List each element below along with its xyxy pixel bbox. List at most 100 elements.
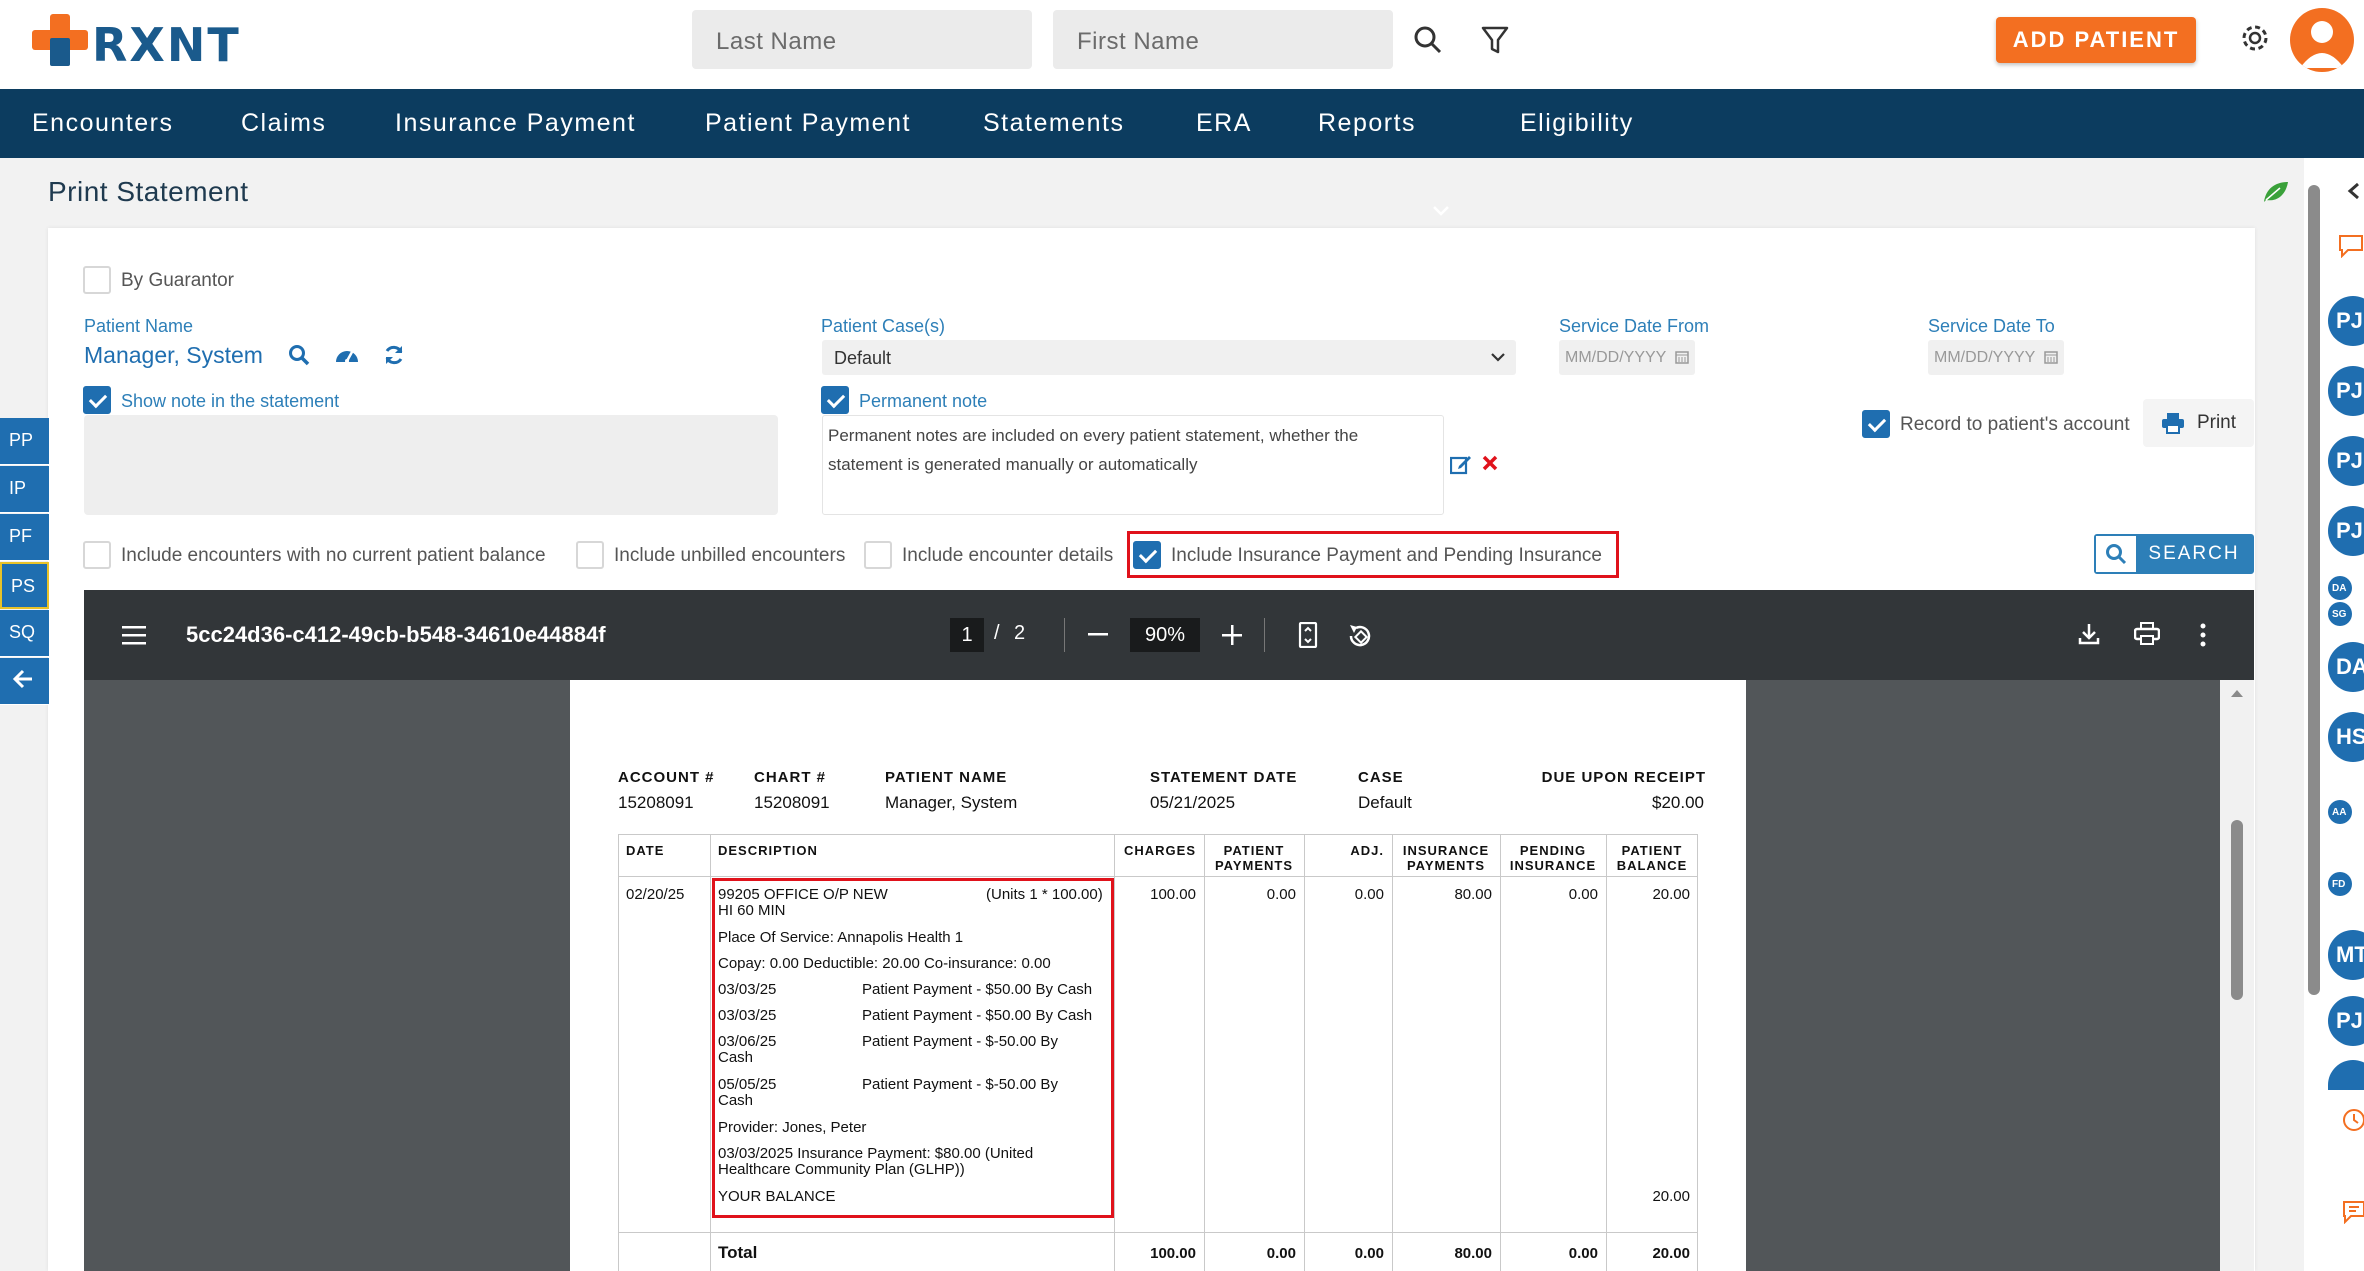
refresh-icon[interactable]	[383, 344, 405, 366]
statement-note-textarea[interactable]	[84, 415, 778, 515]
col-date: DATE	[626, 843, 665, 858]
col-patient-balance-1: PATIENT	[1621, 843, 1683, 858]
last-name-input[interactable]: Last Name	[692, 10, 1032, 69]
table-header-line	[618, 876, 1698, 877]
nav-reports[interactable]: Reports	[1318, 109, 1416, 138]
rail-item-pj-5[interactable]: PJ	[2328, 996, 2364, 1046]
nav-claims[interactable]: Claims	[241, 109, 326, 138]
show-note-checkbox[interactable]	[83, 386, 111, 414]
rxnt-cross-icon	[32, 14, 88, 66]
row-insurance-payments: 80.00	[1454, 886, 1492, 903]
service-date-from-label: Service Date From	[1559, 316, 1710, 336]
edit-icon[interactable]	[1450, 453, 1472, 475]
fit-page-icon[interactable]	[1298, 622, 1318, 648]
due-label: DUE UPON RECEIPT	[1541, 769, 1706, 786]
chevron-down-icon[interactable]	[1432, 205, 1450, 217]
zoom-out-icon[interactable]	[1088, 633, 1108, 637]
rxnt-logo[interactable]: RXNT	[32, 14, 239, 72]
row-date: 02/20/25	[626, 886, 685, 903]
calendar-icon[interactable]	[2044, 350, 2058, 364]
total-pending-insurance: 0.00	[1568, 1245, 1598, 1262]
rotate-icon[interactable]	[1346, 622, 1374, 650]
rail-item-pj-4[interactable]: PJ	[2328, 506, 2364, 556]
print-button[interactable]: Print	[2143, 399, 2254, 447]
include-no-balance-label: Include encounters with no current patie…	[121, 545, 546, 566]
filter-icon[interactable]	[1475, 20, 1515, 60]
record-account-checkbox[interactable]	[1862, 410, 1890, 438]
rail-item-sg[interactable]: SG	[2328, 602, 2352, 626]
rail-item-da-small[interactable]: DA	[2328, 576, 2352, 600]
toolbar-divider	[1264, 618, 1265, 652]
tab-pf[interactable]: PF	[0, 514, 49, 561]
row-charges: 100.00	[1150, 886, 1196, 903]
search-button[interactable]: SEARCH	[2094, 534, 2254, 574]
page-scrollbar[interactable]	[2308, 185, 2320, 995]
col-line	[710, 834, 711, 1271]
patient-name-value[interactable]: Manager, System	[84, 342, 263, 369]
message-icon[interactable]	[2342, 1200, 2364, 1224]
your-balance-value: 20.00	[1652, 1188, 1690, 1205]
nav-era[interactable]: ERA	[1196, 109, 1252, 138]
pdf-scrollbar[interactable]	[2220, 680, 2254, 1271]
leaf-icon[interactable]	[2262, 180, 2290, 204]
zoom-in-icon[interactable]	[1222, 625, 1242, 645]
patient-search-icon[interactable]	[288, 344, 310, 366]
rail-item-da[interactable]: DA	[2328, 642, 2364, 692]
col-adj: ADJ.	[1350, 843, 1384, 858]
permanent-note-label: Permanent note	[859, 391, 988, 411]
row-pending-insurance: 0.00	[1568, 886, 1598, 903]
chevron-left-icon[interactable]	[2346, 182, 2360, 200]
rail-item-mt[interactable]: MT	[2328, 930, 2364, 980]
include-details-label: Include encounter details	[902, 545, 1114, 566]
permanent-note-box[interactable]: Permanent notes are included on every pa…	[822, 415, 1444, 515]
rail-item-pj-1[interactable]: PJ	[2328, 296, 2364, 346]
rail-item-aa[interactable]: AA	[2328, 800, 2352, 824]
tab-pp[interactable]: PP	[0, 418, 49, 465]
nav-statements[interactable]: Statements	[983, 109, 1124, 138]
tab-ip[interactable]: IP	[0, 466, 49, 513]
page-separator: /	[994, 622, 1000, 644]
calendar-icon[interactable]	[1675, 350, 1689, 364]
tab-ps[interactable]: PS	[0, 562, 49, 609]
by-guarantor-checkbox[interactable]	[83, 266, 111, 294]
user-avatar[interactable]	[2290, 8, 2354, 72]
menu-icon[interactable]	[122, 625, 146, 645]
include-no-balance-checkbox[interactable]	[83, 541, 111, 569]
collapse-tabs-button[interactable]	[0, 658, 49, 705]
close-icon[interactable]	[1482, 455, 1498, 471]
service-date-to-input[interactable]: MM/DD/YYYY	[1928, 340, 2064, 375]
more-vert-icon[interactable]	[2199, 622, 2207, 648]
print-icon[interactable]	[2134, 622, 2160, 646]
add-patient-button[interactable]: ADD PATIENT	[1996, 17, 2196, 63]
patient-cases-select[interactable]: Default	[822, 340, 1516, 375]
first-name-input[interactable]: First Name	[1053, 10, 1393, 69]
page-number-input[interactable]: 1	[950, 618, 984, 652]
toolbar-divider	[1064, 618, 1065, 652]
pdf-scroll-thumb[interactable]	[2231, 820, 2243, 1000]
service-date-from-input[interactable]: MM/DD/YYYY	[1559, 340, 1695, 375]
download-icon[interactable]	[2078, 622, 2100, 646]
rail-item-pj-2[interactable]: PJ	[2328, 366, 2364, 416]
zoom-level[interactable]: 90%	[1130, 618, 1200, 652]
nav-encounters[interactable]: Encounters	[32, 109, 173, 138]
rail-item-hs[interactable]: HS	[2328, 712, 2364, 762]
include-details-checkbox[interactable]	[864, 541, 892, 569]
nav-eligibility[interactable]: Eligibility	[1520, 109, 1634, 138]
service-date-from-placeholder: MM/DD/YYYY	[1565, 349, 1667, 366]
rail-item-fd[interactable]: FD	[2328, 872, 2352, 896]
dashboard-icon[interactable]	[334, 344, 360, 366]
clock-icon[interactable]	[2342, 1108, 2364, 1132]
nav-patient-payment[interactable]: Patient Payment	[705, 109, 911, 138]
rail-item-pj-3[interactable]: PJ	[2328, 436, 2364, 486]
gear-icon[interactable]	[2235, 18, 2275, 58]
search-icon[interactable]	[1408, 20, 1448, 60]
scroll-up-icon[interactable]	[2230, 688, 2244, 698]
tab-sq[interactable]: SQ	[0, 610, 49, 657]
service-date-to-placeholder: MM/DD/YYYY	[1934, 349, 2036, 366]
rail-item-partial[interactable]	[2328, 1060, 2364, 1090]
patient-name-print: Manager, System	[885, 793, 1018, 812]
nav-insurance-payment[interactable]: Insurance Payment	[395, 109, 636, 138]
permanent-note-checkbox[interactable]	[821, 386, 849, 414]
chat-icon[interactable]	[2338, 234, 2364, 258]
include-unbilled-checkbox[interactable]	[576, 541, 604, 569]
